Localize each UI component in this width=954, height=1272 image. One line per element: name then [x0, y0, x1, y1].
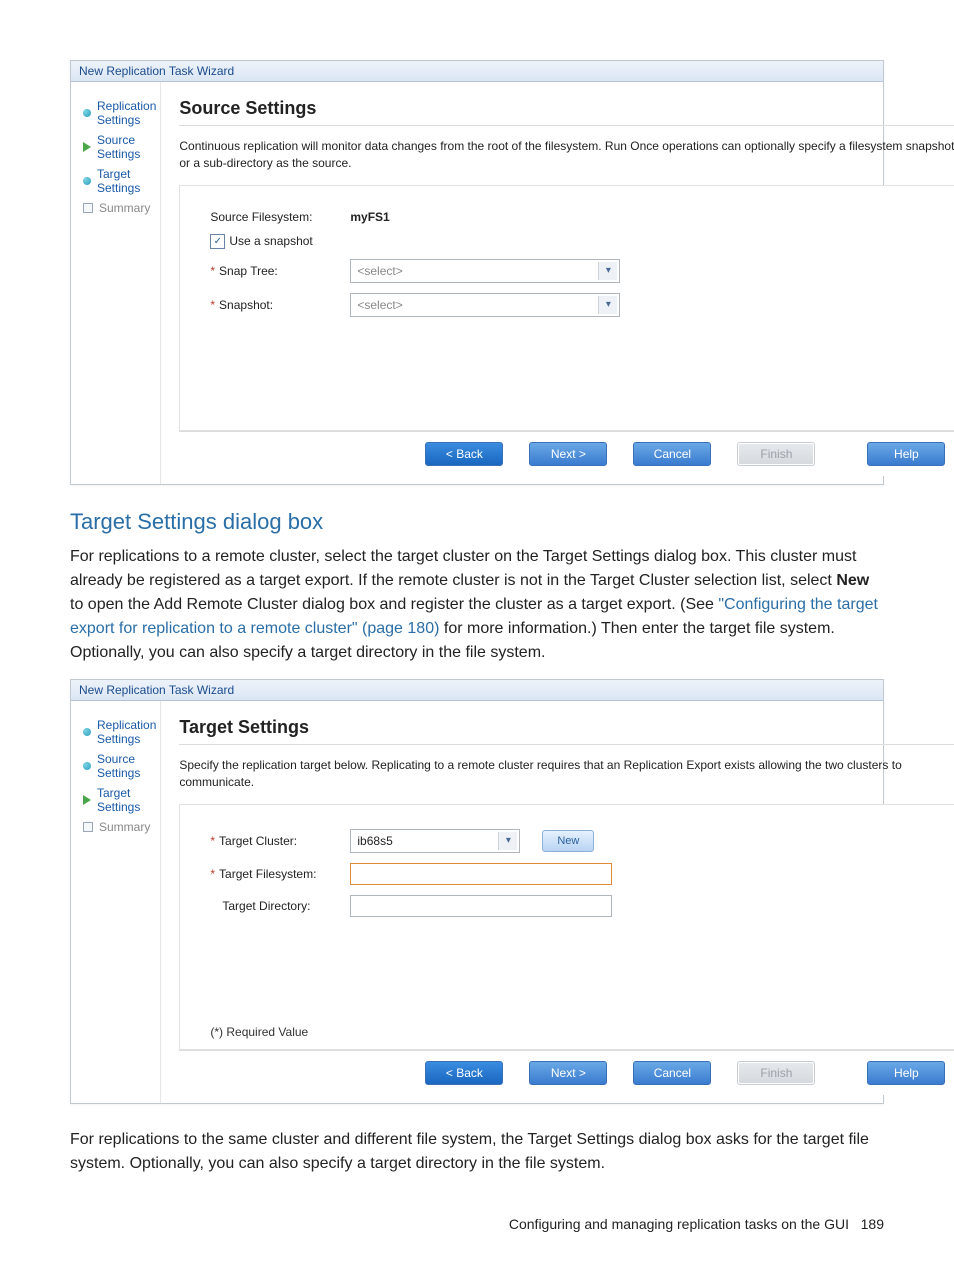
finish-button: Finish [737, 1061, 815, 1085]
wizard-sidebar: Replication Settings Source Settings Tar… [71, 82, 161, 484]
required-asterisk: * [210, 298, 215, 312]
form-container: * Target Cluster: ib68s5 ▾ New * Target … [179, 804, 954, 1050]
wizard-titlebar: New Replication Task Wizard [71, 61, 883, 82]
wizard-footer: < Back Next > Cancel Finish Help [179, 431, 954, 476]
page-number: 189 [861, 1216, 884, 1232]
section-heading: Target Settings dialog box [70, 509, 884, 535]
wizard-footer: < Back Next > Cancel Finish Help [179, 1050, 954, 1095]
panel-description: Continuous replication will monitor data… [179, 138, 954, 173]
sidebar-item-replication-settings[interactable]: Replication Settings [83, 96, 156, 130]
input-target-filesystem[interactable] [350, 863, 612, 885]
sidebar-item-summary[interactable]: Summary [83, 817, 156, 837]
cancel-button[interactable]: Cancel [633, 1061, 711, 1085]
select-placeholder: <select> [357, 298, 402, 312]
dot-icon [83, 762, 91, 770]
sidebar-item-label: Target Settings [97, 786, 156, 814]
select-placeholder: <select> [357, 264, 402, 278]
label-source-filesystem: Source Filesystem: [210, 210, 340, 224]
square-icon [83, 203, 93, 213]
footer-text: Configuring and managing replication tas… [509, 1216, 849, 1232]
doc-paragraph: For replications to the same cluster and… [70, 1128, 884, 1176]
bold-text: New [836, 572, 869, 589]
sidebar-item-source-settings[interactable]: Source Settings [83, 749, 156, 783]
sidebar-item-label: Summary [99, 201, 150, 215]
sidebar-item-summary[interactable]: Summary [83, 198, 156, 218]
sidebar-item-source-settings[interactable]: Source Settings [83, 130, 156, 164]
new-button[interactable]: New [542, 830, 594, 852]
checkbox-icon: ✓ [210, 234, 225, 249]
required-note: (*) Required Value [210, 1025, 944, 1039]
chevron-down-icon: ▾ [598, 296, 617, 314]
arrow-icon [83, 142, 91, 152]
back-button[interactable]: < Back [425, 1061, 503, 1085]
dot-icon [83, 728, 91, 736]
panel-description: Specify the replication target below. Re… [179, 757, 954, 792]
required-asterisk: * [210, 867, 215, 881]
label-target-cluster: * Target Cluster: [210, 834, 340, 848]
next-button[interactable]: Next > [529, 1061, 607, 1085]
required-asterisk: * [210, 264, 215, 278]
label-target-directory: Target Directory: [210, 899, 340, 913]
sidebar-item-target-settings[interactable]: Target Settings [83, 164, 156, 198]
help-button[interactable]: Help [867, 442, 945, 466]
sidebar-item-label: Replication Settings [97, 99, 156, 127]
finish-button: Finish [737, 442, 815, 466]
select-target-cluster[interactable]: ib68s5 ▾ [350, 829, 520, 853]
wizard-target-settings: New Replication Task Wizard Replication … [70, 679, 884, 1104]
next-button[interactable]: Next > [529, 442, 607, 466]
arrow-icon [83, 795, 91, 805]
checkbox-use-snapshot[interactable]: ✓ Use a snapshot [210, 234, 312, 249]
select-snap-tree[interactable]: <select> ▾ [350, 259, 620, 283]
wizard-sidebar: Replication Settings Source Settings Tar… [71, 701, 161, 1103]
select-snapshot[interactable]: <select> ▾ [350, 293, 620, 317]
label-target-filesystem: * Target Filesystem: [210, 867, 340, 881]
sidebar-item-replication-settings[interactable]: Replication Settings [83, 715, 156, 749]
required-asterisk: * [210, 834, 215, 848]
page-footer: Configuring and managing replication tas… [70, 1216, 884, 1232]
input-target-directory[interactable] [350, 895, 612, 917]
chevron-down-icon: ▾ [598, 262, 617, 280]
sidebar-item-label: Source Settings [97, 133, 156, 161]
wizard-source-settings: New Replication Task Wizard Replication … [70, 60, 884, 485]
dot-icon [83, 177, 91, 185]
help-button[interactable]: Help [867, 1061, 945, 1085]
value-source-filesystem: myFS1 [350, 210, 389, 224]
dot-icon [83, 109, 91, 117]
sidebar-item-label: Replication Settings [97, 718, 156, 746]
panel-heading: Target Settings [179, 717, 954, 745]
back-button[interactable]: < Back [425, 442, 503, 466]
cancel-button[interactable]: Cancel [633, 442, 711, 466]
panel-heading: Source Settings [179, 98, 954, 126]
form-container: Source Filesystem: myFS1 ✓ Use a snapsho… [179, 185, 954, 431]
chevron-down-icon: ▾ [498, 832, 517, 850]
doc-paragraph: For replications to a remote cluster, se… [70, 545, 884, 665]
wizard-titlebar: New Replication Task Wizard [71, 680, 883, 701]
select-value: ib68s5 [357, 834, 392, 848]
checkbox-label: Use a snapshot [229, 234, 312, 248]
square-icon [83, 822, 93, 832]
sidebar-item-label: Source Settings [97, 752, 156, 780]
label-snap-tree: * Snap Tree: [210, 264, 340, 278]
sidebar-item-target-settings[interactable]: Target Settings [83, 783, 156, 817]
sidebar-item-label: Target Settings [97, 167, 156, 195]
label-snapshot: * Snapshot: [210, 298, 340, 312]
sidebar-item-label: Summary [99, 820, 150, 834]
